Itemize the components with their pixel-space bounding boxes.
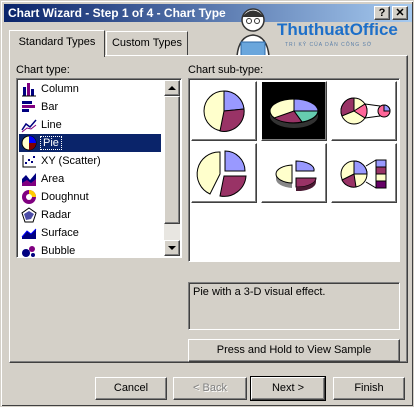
column-chart-icon [22,83,36,97]
bar-of-pie-subtype-icon [340,159,387,189]
list-item-bubble[interactable]: Bubble [19,242,161,260]
bubble-chart-icon [22,246,35,257]
list-item-label: Bar [41,101,59,113]
arrow-down-icon [168,246,176,250]
list-item-label: Area [41,173,65,185]
scroll-down-button[interactable] [164,240,180,256]
list-item-label: Pie [40,136,62,150]
chart-subtype-gallery [188,78,400,262]
list-item-bar[interactable]: Bar [19,98,161,116]
arrow-up-icon [168,86,176,90]
list-item-label: Radar [41,209,71,221]
scroll-thumb[interactable] [164,96,180,224]
window-title: Chart Wizard - Step 1 of 4 - Chart Type [8,6,226,20]
logo-name: ThuthuatOffice [277,20,398,39]
scatter-chart-icon [22,155,36,168]
chart-type-label: Chart type: [16,64,70,76]
subtype-exploded-pie-3d[interactable] [261,143,327,203]
list-item-label: Bubble [41,245,76,257]
logo-subtitle: TRI KỶ CỦA DÂN CÔNG SỞ [285,42,373,48]
subtype-exploded-pie[interactable] [191,143,257,203]
list-item-label: Column [41,83,79,95]
list-item-radar[interactable]: Radar [19,206,161,224]
list-scrollbar[interactable] [164,80,180,256]
tab-panel: Chart type: Column Bar Line Pie XY (Scat… [9,55,408,363]
next-label: Next > [271,382,305,394]
list-item-label: Line [41,119,62,131]
pie-3d-subtype-icon [269,98,319,128]
tab-standard-types[interactable]: Standard Types [9,30,105,57]
finish-label: Finish [354,382,384,394]
finish-button[interactable]: Finish [333,377,405,400]
pie-of-pie-subtype-icon [340,97,391,125]
list-item-pie[interactable]: Pie [19,134,161,152]
pie-chart-icon [21,135,37,151]
list-item-label: XY (Scatter) [41,155,101,167]
list-item-label: Doughnut [41,191,89,203]
exploded-pie-subtype-icon [196,150,247,197]
chart-type-list[interactable]: Column Bar Line Pie XY (Scatter) Area Do… [16,78,182,258]
doughnut-chart-icon [22,190,36,204]
scroll-up-button[interactable] [164,80,180,96]
cancel-label: Cancel [113,382,149,394]
area-chart-icon [22,173,36,186]
cancel-button[interactable]: Cancel [95,377,167,400]
list-item-scatter[interactable]: XY (Scatter) [19,152,161,170]
subtype-pie[interactable] [191,81,257,141]
view-sample-button[interactable]: Press and Hold to View Sample [188,339,400,362]
exploded-pie-3d-subtype-icon [275,160,317,192]
line-chart-icon [21,119,37,133]
chart-wizard-dialog: Chart Wizard - Step 1 of 4 - Chart Type … [0,0,414,407]
chart-subtype-label: Chart sub-type: [188,64,264,76]
pie-subtype-icon [203,90,245,132]
radar-chart-icon [21,207,37,223]
subtype-pie-of-pie[interactable] [331,81,397,141]
subtype-description: Pie with a 3-D visual effect. [188,282,400,330]
back-label: < Back [193,382,227,394]
bar-chart-icon [22,101,35,112]
list-item-doughnut[interactable]: Doughnut [19,188,161,206]
subtype-bar-of-pie[interactable] [331,143,397,203]
back-button[interactable]: < Back [173,377,247,400]
surface-chart-icon [21,228,37,239]
list-item-column[interactable]: Column [19,80,161,98]
next-button[interactable]: Next > [250,376,326,401]
person-laptop-icon [236,8,270,57]
view-sample-label: Press and Hold to View Sample [216,344,372,356]
list-item-line[interactable]: Line [19,116,161,134]
list-item-surface[interactable]: Surface [19,224,161,242]
list-item-area[interactable]: Area [19,170,161,188]
list-item-label: Surface [41,227,79,239]
subtype-pie-3d[interactable] [261,81,327,141]
tab-custom-types[interactable]: Custom Types [106,31,188,55]
